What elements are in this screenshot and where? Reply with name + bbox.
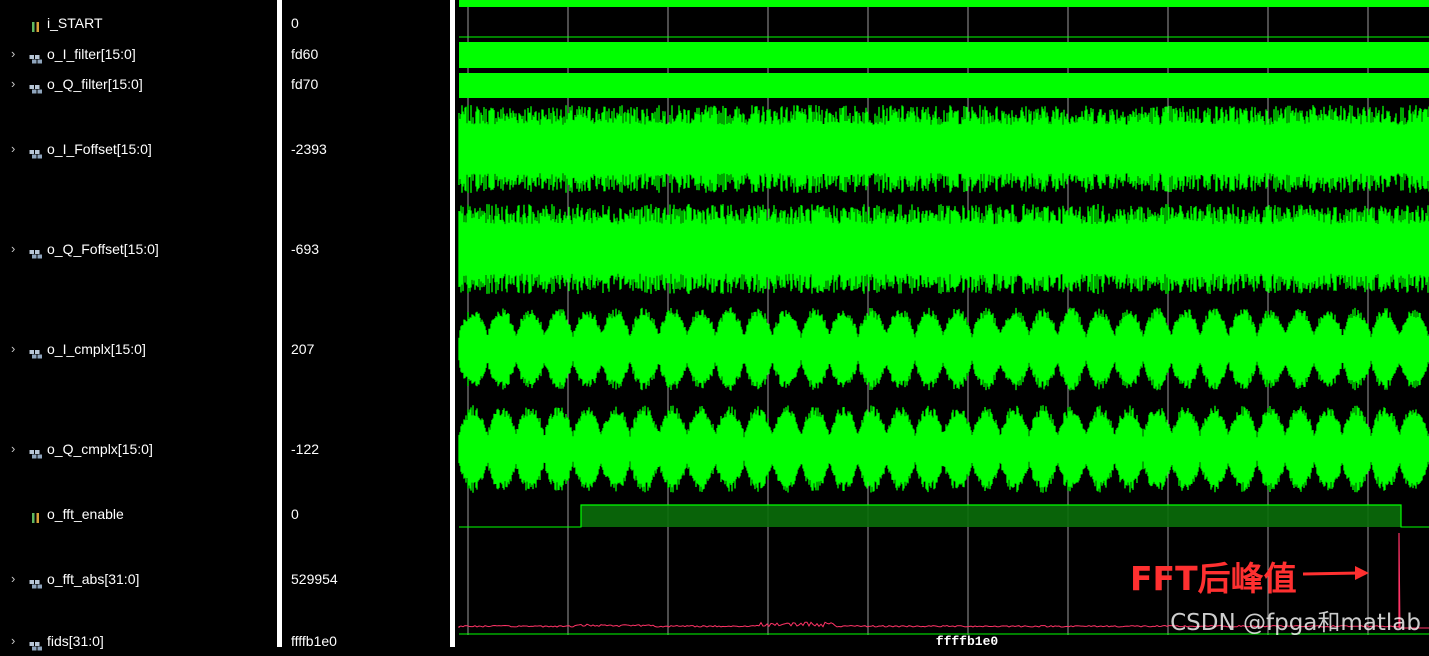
- bus-signal-icon: [29, 49, 43, 64]
- signal-row[interactable]: › o_fft_abs[31:0]: [0, 569, 277, 589]
- bit-signal-icon: [29, 18, 43, 32]
- watermark: CSDN @fpga和matlab: [1170, 610, 1421, 636]
- signal-name: o_Q_filter[15:0]: [47, 76, 143, 92]
- signal-value: 0: [291, 506, 299, 522]
- expand-chevron-icon[interactable]: ›: [11, 74, 21, 94]
- signal-name-panel: i_START › o_I_filter[15:0] › o_Q_filter[15:0…: [0, 0, 277, 651]
- signal-row[interactable]: › o_Q_cmplx[15:0]: [0, 439, 277, 459]
- signal-name: i_START: [47, 15, 103, 31]
- expand-chevron-icon[interactable]: ›: [11, 239, 21, 259]
- trace-o-i-cmplx: [458, 307, 1429, 391]
- signal-row[interactable]: › o_I_filter[15:0]: [0, 44, 277, 64]
- fft-enable-high-region: [581, 505, 1401, 527]
- bus-signal-icon: [29, 79, 43, 94]
- bus-value-label: ffffb1e0: [936, 634, 999, 647]
- signal-name: o_fft_abs[31:0]: [47, 571, 140, 587]
- signal-row[interactable]: › o_I_Foffset[15:0]: [0, 139, 277, 159]
- bus-signal-icon: [29, 636, 43, 651]
- bus-signal-icon: [29, 574, 43, 589]
- bus-trace-top: [459, 0, 1429, 7]
- bus-signal-icon: [29, 144, 43, 159]
- trace-o-q-filter: [459, 73, 1429, 98]
- annotation-arrow-icon: [1302, 566, 1369, 580]
- signal-value: 529954: [291, 571, 338, 587]
- signal-name: o_Q_Foffset[15:0]: [47, 241, 159, 257]
- expand-chevron-icon[interactable]: ›: [11, 439, 21, 459]
- signal-name: o_I_Foffset[15:0]: [47, 141, 152, 157]
- signal-name: o_I_cmplx[15:0]: [47, 341, 146, 357]
- expand-chevron-icon[interactable]: ›: [11, 569, 21, 589]
- signal-name: fids[31:0]: [47, 633, 104, 649]
- bus-signal-icon: [29, 244, 43, 259]
- signal-value: -122: [291, 441, 320, 457]
- bus-signal-icon: [29, 444, 43, 459]
- signal-value: ffffb1e0: [291, 633, 337, 649]
- expand-chevron-icon[interactable]: ›: [11, 339, 21, 359]
- signal-name: o_fft_enable: [47, 506, 124, 522]
- signal-row[interactable]: o_fft_enable: [0, 504, 277, 524]
- signal-value: -2393: [291, 141, 327, 157]
- expand-chevron-icon[interactable]: ›: [11, 44, 21, 64]
- signal-row[interactable]: › o_I_cmplx[15:0]: [0, 339, 277, 359]
- signal-value: -693: [291, 241, 320, 257]
- signal-value-panel: 0 fd60 fd70 -2393 -693 207 -122 0 529954 ffffb1e0: [282, 0, 450, 649]
- trace-o-q-foffset: [458, 204, 1429, 294]
- signal-row[interactable]: › o_Q_Foffset[15:0]: [0, 239, 277, 259]
- trace-o-i-filter: [459, 42, 1429, 68]
- waveform-traces: [458, 0, 1429, 635]
- signal-value: 0: [291, 15, 299, 31]
- signal-name: o_I_filter[15:0]: [47, 46, 136, 62]
- signal-row[interactable]: › o_Q_filter[15:0]: [0, 74, 277, 94]
- signal-name: o_Q_cmplx[15:0]: [47, 441, 153, 457]
- bit-signal-icon: [29, 509, 43, 523]
- signal-row[interactable]: › fids[31:0]: [0, 631, 277, 651]
- expand-chevron-icon[interactable]: ›: [11, 139, 21, 159]
- signal-row[interactable]: i_START: [0, 13, 277, 33]
- waveform-panel[interactable]: ffffb1e0 FFT后峰值 CSDN @fpga和matlab: [455, 0, 1429, 649]
- trace-o-i-foffset: [458, 105, 1429, 193]
- trace-o-q-cmplx: [458, 405, 1429, 493]
- bus-signal-icon: [29, 344, 43, 359]
- signal-value: fd70: [291, 76, 319, 92]
- fft-peak-annotation: FFT后峰值: [1130, 559, 1297, 598]
- waveform-canvas[interactable]: ffffb1e0 FFT后峰值 CSDN @fpga和matlab: [455, 0, 1429, 649]
- expand-chevron-icon[interactable]: ›: [11, 631, 21, 651]
- signal-value: fd60: [291, 46, 319, 62]
- signal-value: 207: [291, 341, 315, 357]
